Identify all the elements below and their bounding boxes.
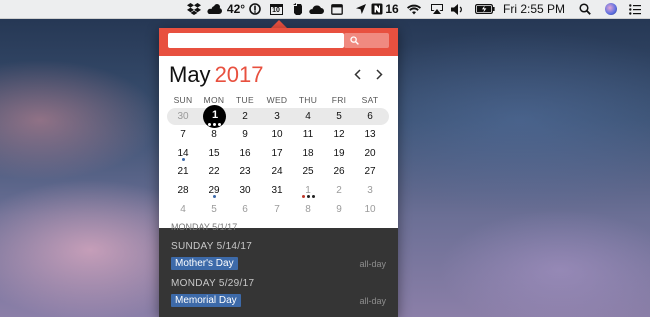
calendar-day[interactable]: 26 (324, 163, 354, 180)
calendar-day[interactable]: 15 (199, 145, 229, 162)
calendar-popup: May 2017 SUN MON TUE WED THU FRI SAT 30 1… (159, 28, 398, 317)
next-month-button[interactable] (371, 66, 387, 82)
calendar-day[interactable]: 8 (293, 201, 323, 218)
weather-cloud-sun-icon[interactable] (204, 0, 226, 18)
search-icon (350, 36, 359, 45)
siri-icon[interactable] (604, 0, 618, 18)
evernote-badge-icon[interactable] (370, 0, 384, 18)
agenda-event[interactable]: Memorial Day (171, 294, 241, 307)
calendar-day[interactable]: 31 (262, 182, 292, 199)
calendar-day[interactable]: 22 (199, 163, 229, 180)
temperature-label[interactable]: 42° (226, 0, 246, 18)
calendar-day[interactable]: 6 (355, 108, 385, 125)
event-dot (213, 195, 216, 198)
calendar-day[interactable]: 3 (262, 108, 292, 125)
calendar-day[interactable]: 4 (168, 201, 198, 218)
event-input-field[interactable] (168, 33, 344, 48)
weekday-header: FRI (331, 95, 347, 105)
search-icon[interactable] (578, 0, 592, 18)
weekday-header: TUE (236, 95, 254, 105)
calendar-day[interactable]: 2 (324, 182, 354, 199)
location-arrow-icon[interactable] (355, 0, 367, 18)
month-year-title: May 2017 (169, 62, 264, 88)
agenda-date-header: MONDAY 5/1/17 (171, 222, 238, 232)
calendar-day[interactable]: 12 (324, 126, 354, 143)
menu-bar: 42° 10 16 Fri 2:55 PM (0, 0, 650, 19)
info-icon[interactable] (248, 0, 262, 18)
chevron-right-icon (375, 68, 383, 80)
wifi-icon[interactable] (406, 0, 422, 18)
event-dot (182, 158, 185, 161)
calendar-day[interactable]: 23 (230, 163, 260, 180)
chevron-left-icon (353, 68, 361, 80)
event-dot (302, 195, 305, 198)
calendar-day[interactable]: 27 (355, 163, 385, 180)
calendar-day[interactable]: 11 (293, 126, 323, 143)
weekday-header: WED (266, 95, 288, 105)
calendar-icon-day: 10 (269, 3, 283, 15)
month-label: May (169, 62, 211, 87)
calendar-day[interactable]: 5 (199, 201, 229, 218)
calendar-icon[interactable]: 10 (268, 0, 284, 18)
calendar-day[interactable]: 17 (262, 145, 292, 162)
calendar-day[interactable]: 16 (230, 145, 260, 162)
calendar-day[interactable]: 30 (230, 182, 260, 199)
calendar-day[interactable]: 19 (324, 145, 354, 162)
calendar-day[interactable]: 25 (293, 163, 323, 180)
calendar-day-today[interactable]: 1 (200, 108, 230, 122)
menu-bar-clock[interactable]: Fri 2:55 PM (503, 0, 565, 18)
calendar-day[interactable]: 24 (262, 163, 292, 180)
calendar-day[interactable]: 28 (168, 182, 198, 199)
calendar-day[interactable]: 7 (262, 201, 292, 218)
calendar-day[interactable]: 30 (168, 108, 198, 125)
weekday-header: SUN (173, 95, 193, 105)
agenda-date-header: MONDAY 5/29/17 (171, 278, 255, 289)
event-time-label: all-day (359, 296, 386, 306)
agenda-date-header: SUNDAY 5/14/17 (171, 241, 253, 252)
weekday-header: THU (298, 95, 318, 105)
calendar-day[interactable]: 10 (355, 201, 385, 218)
agenda-list: MONDAY 5/1/17 SUNDAY 5/14/17 Mother's Da… (159, 222, 398, 317)
battery-percent-label[interactable]: 16 (385, 0, 399, 18)
popup-header (159, 28, 398, 56)
calendar-day[interactable]: 4 (293, 108, 323, 125)
volume-icon[interactable] (450, 0, 464, 18)
calendar-day[interactable]: 10 (262, 126, 292, 143)
agenda-event[interactable]: Mother's Day (171, 257, 238, 270)
calendar-day[interactable]: 20 (355, 145, 385, 162)
calendar-day[interactable]: 2 (230, 108, 260, 125)
calendar-day[interactable]: 9 (324, 201, 354, 218)
previous-month-button[interactable] (349, 66, 365, 82)
calendar-day[interactable]: 13 (355, 126, 385, 143)
weekday-header: SAT (361, 95, 379, 105)
calendar-day[interactable]: 8 (199, 126, 229, 143)
calendar-day[interactable]: 5 (324, 108, 354, 125)
cloud-icon[interactable] (307, 0, 325, 18)
dropbox-icon[interactable] (186, 0, 202, 18)
calendar-day[interactable]: 6 (230, 201, 260, 218)
fantastical-icon[interactable] (330, 0, 344, 18)
event-time-label: all-day (359, 259, 386, 269)
calendar-day[interactable]: 9 (230, 126, 260, 143)
calendar-day[interactable]: 21 (168, 163, 198, 180)
calendar-day[interactable]: 3 (355, 182, 385, 199)
year-label: 2017 (214, 62, 264, 87)
evernote-icon[interactable] (290, 0, 304, 18)
battery-icon[interactable] (474, 0, 496, 18)
event-dot (307, 195, 310, 198)
weekday-header: MON (203, 95, 225, 105)
event-dot (312, 195, 315, 198)
calendar-day[interactable]: 18 (293, 145, 323, 162)
airplay-icon[interactable] (429, 0, 445, 18)
calendar-day[interactable]: 7 (168, 126, 198, 143)
search-button[interactable] (344, 33, 389, 48)
notification-center-icon[interactable] (628, 0, 642, 18)
